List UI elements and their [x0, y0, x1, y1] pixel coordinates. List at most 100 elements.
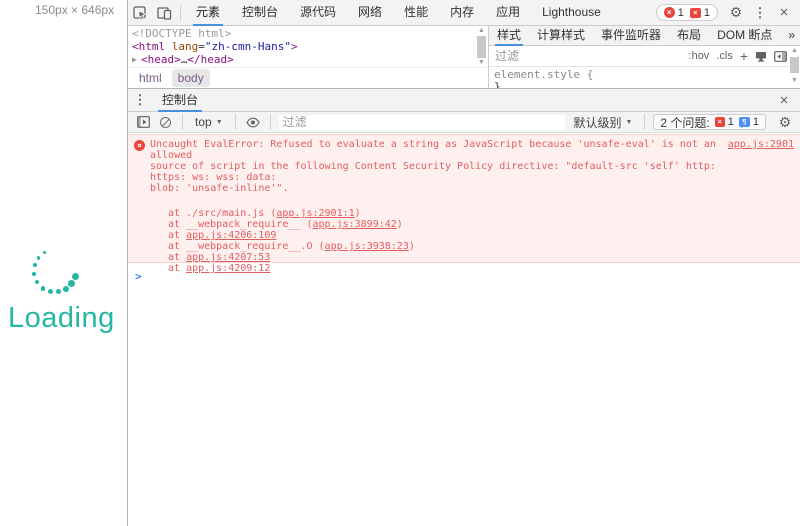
- tab-lighthouse[interactable]: Lighthouse: [531, 0, 612, 26]
- tab-console[interactable]: 控制台: [231, 0, 289, 26]
- stack-frame: at __webpack_require__ (app.js:3899:42): [168, 219, 800, 230]
- computed-sidebar-toggle-icon[interactable]: [774, 51, 787, 62]
- toolbar-separator: [644, 114, 645, 130]
- stack-trace: at ./src/main.js (app.js:2901:1) at __we…: [168, 208, 800, 274]
- styles-scrollbar[interactable]: ▲ ▼: [789, 47, 800, 87]
- breadcrumb-html[interactable]: html: [133, 69, 168, 87]
- error-count-badge[interactable]: × 1: [664, 7, 684, 19]
- console-prompt[interactable]: >: [128, 267, 800, 285]
- kebab-menu-icon: ⋮: [754, 5, 767, 21]
- issue-count-badge[interactable]: × 1: [690, 7, 710, 19]
- dom-tree[interactable]: <!DOCTYPE html> <html lang="zh-cmn-Hans"…: [128, 26, 475, 67]
- source-location-link[interactable]: app.js:2901: [728, 139, 794, 194]
- scroll-up-icon[interactable]: ▲: [789, 47, 800, 55]
- dom-node-head[interactable]: ▶<head>…</head>: [132, 53, 475, 66]
- tab-sources[interactable]: 源代码: [289, 0, 347, 26]
- elements-panel: <!DOCTYPE html> <html lang="zh-cmn-Hans"…: [128, 26, 488, 88]
- source-link[interactable]: app.js:4206:109: [186, 230, 276, 241]
- chevron-down-icon: ▼: [216, 119, 223, 126]
- breadcrumb-body[interactable]: body: [172, 69, 210, 87]
- console-sidebar-icon: [137, 116, 150, 128]
- log-level-selector[interactable]: 默认级别 ▼: [569, 114, 636, 131]
- breadcrumb: html body: [128, 67, 488, 88]
- error-badge-icon: ×: [664, 7, 675, 18]
- screenshot-root: 150px × 646px Loading 元素 控制台 源代码 网络 性能 内…: [0, 0, 800, 526]
- execution-context-selector[interactable]: top ▼: [191, 115, 227, 129]
- tab-application[interactable]: 应用: [485, 0, 531, 26]
- elements-scrollbar[interactable]: ▲ ▼: [476, 27, 487, 67]
- toolbar-separator: [235, 114, 236, 130]
- scrollbar-thumb[interactable]: [477, 36, 486, 58]
- style-rule-element-style[interactable]: element.style { }: [489, 67, 800, 88]
- gear-icon: ⚙: [779, 114, 792, 131]
- devtools-menu-button[interactable]: ⋮: [748, 2, 772, 24]
- inspect-element-button[interactable]: [128, 2, 152, 24]
- console-drawer: ⋮ 控制台 × top ▼: [128, 88, 800, 526]
- close-icon: ×: [780, 4, 789, 21]
- elements-and-styles-region: <!DOCTYPE html> <html lang="zh-cmn-Hans"…: [128, 26, 800, 88]
- console-settings-button[interactable]: ⚙: [776, 114, 794, 130]
- inspected-page: 150px × 646px Loading: [0, 0, 127, 526]
- clear-console-icon: [160, 117, 171, 128]
- clear-console-button[interactable]: [156, 114, 174, 130]
- scroll-up-icon[interactable]: ▲: [476, 27, 487, 35]
- console-sidebar-button[interactable]: [134, 114, 152, 130]
- devtools-settings-button[interactable]: ⚙: [724, 2, 748, 24]
- console-filter-input[interactable]: [279, 115, 566, 130]
- gear-icon: ⚙: [730, 4, 743, 21]
- devtools-panel: 元素 控制台 源代码 网络 性能 内存 应用 Lighthouse × 1 × …: [127, 0, 800, 526]
- tab-computed[interactable]: 计算样式: [529, 26, 593, 46]
- source-link[interactable]: app.js:3938:23: [325, 241, 409, 252]
- stack-frame: at ./src/main.js (app.js:2901:1): [168, 208, 800, 219]
- stack-frame: at app.js:4207:53: [168, 252, 800, 263]
- issues-counter[interactable]: 2 个问题: × 1 ¶ 1: [653, 114, 766, 130]
- more-tabs-button[interactable]: »: [780, 26, 800, 46]
- toggle-element-state-button[interactable]: :hov: [689, 50, 710, 62]
- stack-frame: at app.js:4206:109: [168, 230, 800, 241]
- tab-performance[interactable]: 性能: [393, 0, 439, 26]
- close-icon: ×: [780, 92, 789, 109]
- styles-sidebar: 样式 计算样式 事件监听器 布局 DOM 断点 » :hov .cls +: [488, 26, 800, 88]
- tab-event-listeners[interactable]: 事件监听器: [593, 26, 669, 46]
- loading-spinner: [24, 240, 86, 302]
- disclosure-triangle-icon[interactable]: ▶: [132, 53, 141, 66]
- source-link[interactable]: app.js:2901:1: [276, 208, 354, 219]
- devtools-main-toolbar: 元素 控制台 源代码 网络 性能 内存 应用 Lighthouse × 1 × …: [128, 0, 800, 26]
- chevron-down-icon: ▼: [625, 119, 632, 126]
- tab-elements[interactable]: 元素: [185, 0, 231, 26]
- source-link[interactable]: app.js:3899:42: [313, 219, 397, 230]
- issues-badge-icon: ¶: [739, 117, 750, 127]
- tab-network[interactable]: 网络: [347, 0, 393, 26]
- drawer-close-button[interactable]: ×: [772, 89, 796, 111]
- element-dimensions-tooltip: 150px × 646px: [35, 3, 114, 17]
- tab-memory[interactable]: 内存: [439, 0, 485, 26]
- live-expression-button[interactable]: [244, 114, 262, 130]
- scroll-down-icon[interactable]: ▼: [476, 59, 487, 67]
- device-toolbar-icon: [157, 6, 172, 20]
- styles-filter-input[interactable]: [495, 49, 682, 63]
- scrollbar-thumb[interactable]: [790, 57, 799, 73]
- styles-tabbar: 样式 计算样式 事件监听器 布局 DOM 断点 »: [489, 26, 800, 46]
- dom-node-doctype[interactable]: <!DOCTYPE html>: [132, 27, 475, 40]
- issues-badge-icon: ×: [690, 8, 701, 18]
- device-toolbar-button[interactable]: [152, 2, 176, 24]
- element-classes-button[interactable]: .cls: [716, 50, 733, 62]
- devtools-close-button[interactable]: ×: [772, 2, 796, 24]
- tab-dom-breakpoints[interactable]: DOM 断点: [709, 26, 780, 46]
- dom-node-html[interactable]: <html lang="zh-cmn-Hans">: [132, 40, 475, 53]
- styles-filter-row: :hov .cls +: [489, 46, 800, 67]
- tab-console-drawer[interactable]: 控制台: [152, 89, 208, 112]
- source-link[interactable]: app.js:4207:53: [186, 252, 270, 263]
- rendering-emulation-icon[interactable]: [755, 51, 767, 62]
- new-style-rule-button[interactable]: +: [740, 51, 748, 61]
- console-error-message: × Uncaught EvalError: Refused to evaluat…: [128, 134, 800, 263]
- tab-styles[interactable]: 样式: [489, 26, 529, 46]
- error-level-icon: ×: [134, 140, 145, 151]
- scroll-down-icon[interactable]: ▼: [789, 77, 800, 85]
- drawer-menu-button[interactable]: ⋮: [128, 89, 152, 111]
- status-badges[interactable]: × 1 × 1: [656, 4, 718, 21]
- console-toolbar: top ▼ 默认级别 ▼ 2 个问题:: [128, 112, 800, 133]
- kebab-menu-icon: ⋮: [134, 92, 147, 108]
- tab-layout[interactable]: 布局: [669, 26, 709, 46]
- issues-error-count: × 1: [715, 116, 734, 128]
